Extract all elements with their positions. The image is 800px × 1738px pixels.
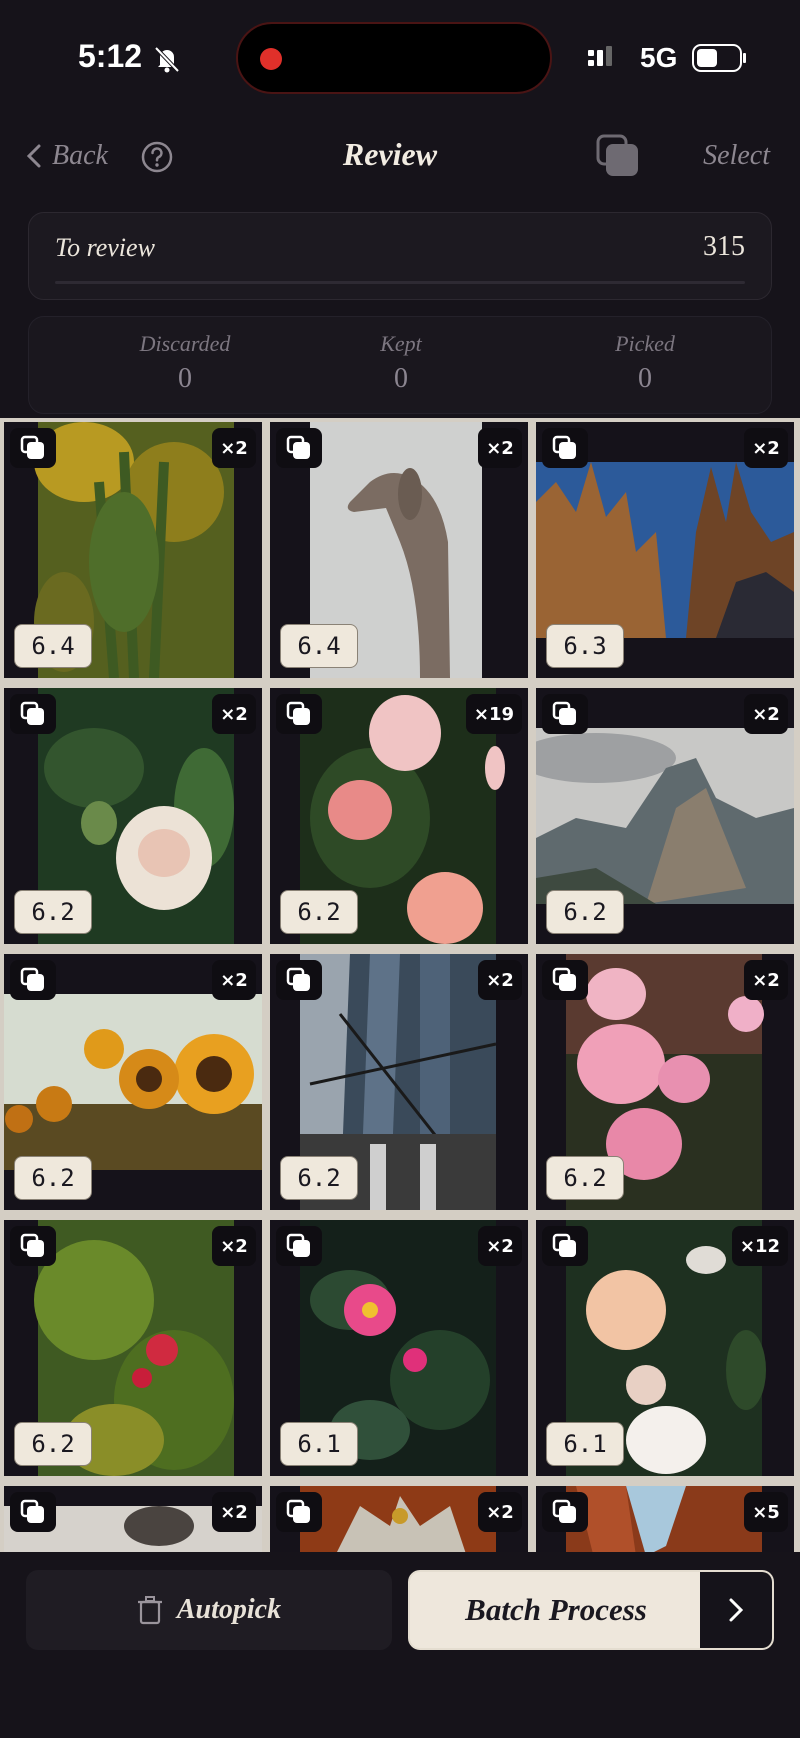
to-review-count: 315 <box>703 231 745 262</box>
stat-label: Picked <box>615 331 675 356</box>
stack-count-badge: ×19 <box>465 694 522 734</box>
autopick-label: Autopick <box>176 1594 282 1625</box>
stack-count-badge: ×2 <box>212 428 256 468</box>
navigation-bar: Back Review Select <box>0 128 800 188</box>
score-badge: 6.1 <box>546 1422 624 1466</box>
score-badge: 6.2 <box>546 1156 624 1200</box>
photo-tile-mountain-valley[interactable]: ×2 6.2 <box>536 688 794 944</box>
battery-icon <box>692 44 746 72</box>
stack-count-badge: ×2 <box>744 694 788 734</box>
score-badge: 6.2 <box>280 1156 358 1200</box>
score-badge: 6.2 <box>546 890 624 934</box>
stack-icon <box>542 1226 588 1266</box>
photo-tile-pomegranate-tree[interactable]: ×2 6.2 <box>4 1220 262 1476</box>
photo-tile-pink-roses[interactable]: ×19 6.2 <box>270 688 528 944</box>
batch-arrow-button[interactable] <box>700 1572 772 1648</box>
batch-process-button[interactable]: Batch Process <box>408 1570 774 1650</box>
photo-tile-goldenrod-plants[interactable]: ×2 6.4 <box>4 422 262 678</box>
score-badge: 6.1 <box>280 1422 358 1466</box>
signal-icon <box>588 46 612 66</box>
stack-icon <box>276 428 322 468</box>
bottom-action-bar: Autopick Batch Process <box>0 1552 800 1738</box>
batch-process-label: Batch Process <box>465 1592 647 1627</box>
stack-icon[interactable] <box>594 132 642 180</box>
stat-picked: Picked 0 <box>565 331 725 395</box>
photo-tile-peach-roses[interactable]: ×12 6.1 <box>536 1220 794 1476</box>
stack-count-badge: ×2 <box>478 1226 522 1266</box>
photo-tile-camellia-flowers[interactable]: ×2 6.1 <box>270 1220 528 1476</box>
stack-icon <box>542 960 588 1000</box>
photo-tile-sunflowers[interactable]: ×2 6.2 <box>4 954 262 1210</box>
score-badge: 6.2 <box>280 890 358 934</box>
stack-count-badge: ×2 <box>744 960 788 1000</box>
stats-card: Discarded 0 Kept 0 Picked 0 <box>28 316 772 414</box>
stack-icon <box>10 428 56 468</box>
photo-tile-weimaraner-dog[interactable]: ×2 6.4 <box>270 422 528 678</box>
score-badge: 6.2 <box>14 890 92 934</box>
stat-value: 0 <box>394 363 408 394</box>
dynamic-island <box>236 22 552 94</box>
select-button[interactable]: Select <box>703 140 770 172</box>
stat-value: 0 <box>178 363 192 394</box>
status-bar: 5:12 5G <box>0 0 800 118</box>
stack-icon <box>10 1226 56 1266</box>
stack-icon <box>276 960 322 1000</box>
page-title: Review <box>342 136 438 172</box>
stat-label: Discarded <box>139 331 231 356</box>
to-review-card: To review 315 <box>28 212 772 300</box>
stack-count-badge: ×2 <box>744 428 788 468</box>
stack-icon <box>10 960 56 1000</box>
bell-muted-icon <box>154 46 180 73</box>
stack-icon <box>542 428 588 468</box>
autopick-button[interactable]: Autopick <box>26 1570 392 1650</box>
stack-count-badge: ×2 <box>212 1226 256 1266</box>
photo-tile-pink-rose-bush[interactable]: ×2 6.2 <box>536 954 794 1210</box>
stack-icon <box>10 1492 56 1532</box>
stack-icon <box>276 1226 322 1266</box>
network-type: 5G <box>640 42 678 73</box>
score-badge: 6.4 <box>14 624 92 668</box>
score-badge: 6.4 <box>280 624 358 668</box>
photo-grid: ×2 6.4 ×2 6.4 ×2 6.3 ×2 6.2 ×19 6.2 ×2 6.2 ×2 6.2 ×2 6.… <box>0 418 800 1552</box>
stack-icon <box>542 694 588 734</box>
photo-tile-sculpture[interactable]: ×2 <box>4 1486 262 1552</box>
clock: 5:12 <box>78 38 143 74</box>
stat-value: 0 <box>638 363 652 394</box>
trash-icon <box>137 1596 162 1625</box>
chevron-right-icon <box>729 1598 744 1622</box>
photo-tile-ornament-figure[interactable]: ×2 <box>270 1486 528 1552</box>
score-badge: 6.3 <box>546 624 624 668</box>
stack-count-badge: ×2 <box>212 694 256 734</box>
stack-count-badge: ×2 <box>478 428 522 468</box>
stat-kept: Kept 0 <box>321 331 481 395</box>
stack-icon <box>276 1492 322 1532</box>
stack-count-badge: ×2 <box>478 960 522 1000</box>
photo-tile-cathedral-spires[interactable]: ×2 6.3 <box>536 422 794 678</box>
stack-count-badge: ×2 <box>478 1492 522 1532</box>
photo-tile-glass-tower[interactable]: ×2 6.2 <box>270 954 528 1210</box>
score-badge: 6.2 <box>14 1156 92 1200</box>
stack-count-badge: ×5 <box>744 1492 788 1532</box>
stat-discarded: Discarded 0 <box>105 331 265 395</box>
recording-dot-icon <box>260 48 282 70</box>
review-progress-bar <box>55 281 745 284</box>
stack-icon <box>10 694 56 734</box>
score-badge: 6.2 <box>14 1422 92 1466</box>
stat-label: Kept <box>380 331 422 356</box>
stack-count-badge: ×12 <box>731 1226 788 1266</box>
stack-icon <box>276 694 322 734</box>
to-review-label: To review <box>55 233 155 262</box>
stack-count-badge: ×2 <box>212 1492 256 1532</box>
stack-count-badge: ×2 <box>212 960 256 1000</box>
stack-icon <box>542 1492 588 1532</box>
photo-tile-white-rose[interactable]: ×2 6.2 <box>4 688 262 944</box>
photo-tile-canyon-rock[interactable]: ×5 <box>536 1486 794 1552</box>
